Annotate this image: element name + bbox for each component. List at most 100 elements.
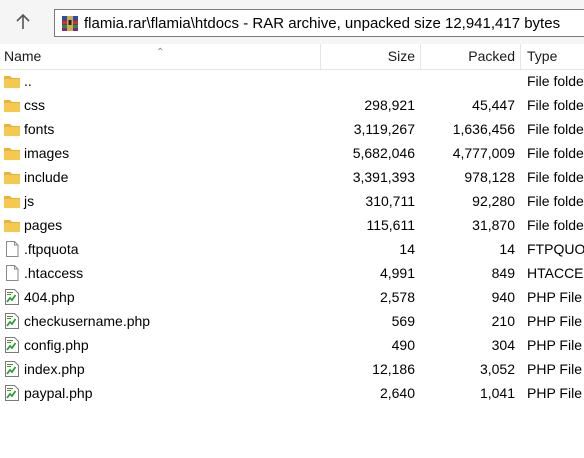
file-name: js bbox=[24, 193, 35, 209]
file-row[interactable]: pages 115,611 31,870 File folder bbox=[0, 213, 584, 237]
file-packed: 304 bbox=[491, 337, 515, 353]
folder-icon bbox=[3, 216, 21, 234]
arrow-up-icon bbox=[16, 13, 30, 29]
column-type[interactable]: Type bbox=[527, 44, 584, 69]
file-name: 404.php bbox=[24, 289, 75, 305]
file-row[interactable]: 404.php 2,578 940 PHP File bbox=[0, 285, 584, 309]
rar-archive-icon bbox=[62, 16, 78, 31]
file-row[interactable]: css 298,921 45,447 File folder bbox=[0, 93, 584, 117]
file-name: css bbox=[24, 97, 45, 113]
folder-icon bbox=[3, 96, 21, 114]
file-row[interactable]: images 5,682,046 4,777,009 File folder bbox=[0, 141, 584, 165]
file-list: .. File folder css 298,921 45,447 File folde… bbox=[0, 69, 584, 405]
folder-icon bbox=[3, 168, 21, 186]
file-type: File folder bbox=[527, 169, 584, 185]
column-type-label: Type bbox=[527, 48, 558, 64]
file-row[interactable]: .. File folder bbox=[0, 69, 584, 93]
toolbar: flamia.rar\flamia\htdocs - RAR archive, … bbox=[0, 0, 584, 44]
php-file-icon bbox=[3, 312, 21, 330]
folder-icon bbox=[3, 192, 21, 210]
php-file-icon bbox=[3, 288, 21, 306]
file-name: fonts bbox=[24, 121, 55, 137]
file-packed: 31,870 bbox=[472, 217, 515, 233]
address-bar[interactable]: flamia.rar\flamia\htdocs - RAR archive, … bbox=[54, 9, 584, 37]
file-packed: 3,052 bbox=[479, 361, 515, 377]
file-size: 298,921 bbox=[364, 97, 415, 113]
file-row[interactable]: .ftpquota 14 14 FTPQUOTA File bbox=[0, 237, 584, 261]
file-type: File folder bbox=[527, 121, 584, 137]
file-type: PHP File bbox=[527, 337, 582, 353]
file-packed: 45,447 bbox=[472, 97, 515, 113]
file-type: File folder bbox=[527, 73, 584, 89]
file-type: File folder bbox=[527, 217, 584, 233]
file-name: images bbox=[24, 145, 70, 161]
file-size: 115,611 bbox=[366, 217, 415, 233]
file-packed: 4,777,009 bbox=[452, 145, 515, 161]
file-row[interactable]: js 310,711 92,280 File folder bbox=[0, 189, 584, 213]
file-size: 2,640 bbox=[379, 385, 415, 401]
column-name-label: Name bbox=[4, 48, 42, 64]
file-size: 310,711 bbox=[365, 193, 415, 209]
file-name: paypal.php bbox=[24, 385, 93, 401]
file-packed: 92,280 bbox=[472, 193, 515, 209]
file-size: 14 bbox=[399, 241, 415, 257]
file-row[interactable]: index.php 12,186 3,052 PHP File bbox=[0, 357, 584, 381]
blank-file-icon bbox=[3, 240, 21, 258]
file-packed bbox=[421, 69, 515, 93]
file-size: 5,682,046 bbox=[352, 145, 415, 161]
file-name: checkusername.php bbox=[24, 313, 151, 329]
folder-icon bbox=[3, 120, 21, 138]
file-row[interactable]: config.php 490 304 PHP File bbox=[0, 333, 584, 357]
column-size[interactable]: Size bbox=[321, 44, 415, 69]
file-row[interactable]: paypal.php 2,640 1,041 PHP File bbox=[0, 381, 584, 405]
file-size: 490 bbox=[391, 337, 415, 353]
file-type: PHP File bbox=[527, 385, 582, 401]
file-row[interactable]: .htaccess 4,991 849 HTACCESS File bbox=[0, 261, 584, 285]
file-size: 3,391,393 bbox=[352, 169, 415, 185]
file-type: File folder bbox=[527, 97, 584, 113]
file-name: .htaccess bbox=[24, 265, 84, 281]
file-type: FTPQUOTA File bbox=[527, 241, 584, 257]
file-size: 569 bbox=[391, 313, 415, 329]
column-packed[interactable]: Packed bbox=[421, 44, 515, 69]
file-size: 3,119,267 bbox=[353, 121, 415, 137]
address-path: flamia.rar\flamia\htdocs - RAR archive, … bbox=[84, 15, 561, 32]
file-size: 4,991 bbox=[379, 265, 415, 281]
file-type: HTACCESS File bbox=[527, 265, 584, 281]
file-name: .. bbox=[24, 73, 32, 89]
file-name: pages bbox=[24, 217, 63, 233]
file-name: include bbox=[24, 169, 69, 185]
php-file-icon bbox=[3, 360, 21, 378]
file-size: 12,186 bbox=[372, 361, 415, 377]
file-size bbox=[321, 69, 415, 93]
file-packed: 849 bbox=[491, 265, 515, 281]
file-type: PHP File bbox=[527, 361, 582, 377]
sort-ascending-icon: ⌃ bbox=[156, 47, 165, 58]
file-row[interactable]: checkusername.php 569 210 PHP File bbox=[0, 309, 584, 333]
file-packed: 978,128 bbox=[464, 169, 515, 185]
column-header: Name ⌃ Size Packed Type bbox=[0, 44, 584, 70]
file-size: 2,578 bbox=[379, 289, 415, 305]
file-row[interactable]: include 3,391,393 978,128 File folder bbox=[0, 165, 584, 189]
file-packed: 210 bbox=[491, 313, 515, 329]
folder-icon bbox=[3, 72, 21, 90]
folder-icon bbox=[3, 144, 21, 162]
file-type: PHP File bbox=[527, 289, 582, 305]
file-packed: 1,636,456 bbox=[452, 121, 515, 137]
php-file-icon bbox=[3, 384, 21, 402]
up-button[interactable] bbox=[0, 0, 46, 44]
column-packed-label: Packed bbox=[468, 48, 515, 64]
column-size-label: Size bbox=[387, 48, 415, 64]
column-name[interactable]: Name ⌃ bbox=[4, 44, 320, 69]
php-file-icon bbox=[3, 336, 21, 354]
file-type: PHP File bbox=[527, 313, 582, 329]
file-packed: 14 bbox=[499, 241, 515, 257]
column-divider[interactable] bbox=[520, 44, 521, 69]
blank-file-icon bbox=[3, 264, 21, 282]
file-type: File folder bbox=[527, 193, 584, 209]
file-type: File folder bbox=[527, 145, 584, 161]
file-row[interactable]: fonts 3,119,267 1,636,456 File folder bbox=[0, 117, 584, 141]
file-name: config.php bbox=[24, 337, 89, 353]
file-packed: 1,041 bbox=[479, 385, 515, 401]
file-name: index.php bbox=[24, 361, 85, 377]
